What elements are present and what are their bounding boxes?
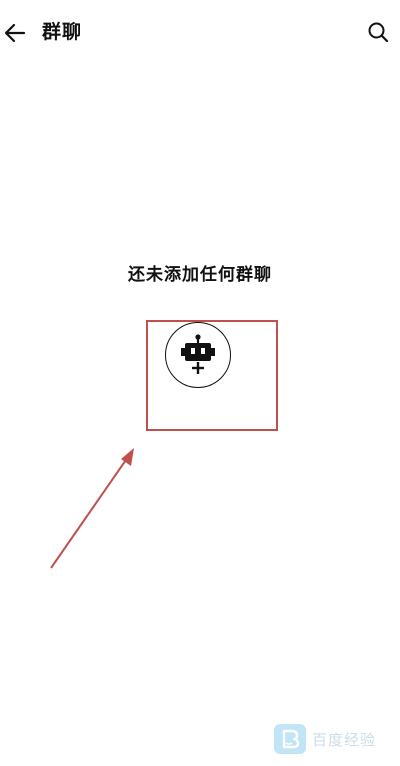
back-button[interactable] <box>2 20 28 46</box>
watermark-text: 百度经验 <box>312 730 377 749</box>
empty-state-message: 还未添加任何群聊 <box>128 265 272 285</box>
watermark: 百度经验 <box>274 723 392 755</box>
robot-add-icon <box>181 334 215 374</box>
header-bar: 群聊 <box>0 0 400 66</box>
search-icon <box>368 22 389 43</box>
page-title: 群聊 <box>42 21 83 43</box>
search-button[interactable] <box>366 20 390 44</box>
add-group-button[interactable] <box>165 322 231 388</box>
watermark-logo-icon <box>274 724 306 754</box>
arrow-left-icon <box>4 23 26 43</box>
